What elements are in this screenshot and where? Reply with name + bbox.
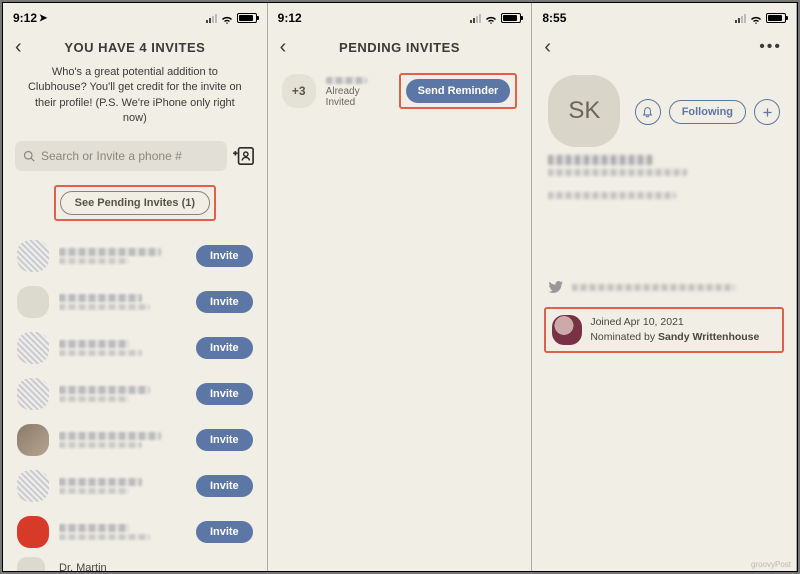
profile-screen: 8:55 ‹ ••• SK Following <box>532 3 797 571</box>
battery-icon <box>766 13 786 23</box>
add-button[interactable] <box>754 99 780 125</box>
battery-icon <box>237 13 257 23</box>
invite-button[interactable]: Invite <box>196 383 253 405</box>
nav-bar: ‹ YOU HAVE 4 INVITES <box>3 29 267 65</box>
contact-name: Dr. Martin <box>55 562 107 571</box>
watermark: groovyPost <box>751 560 791 569</box>
status-time: 8:55 <box>542 11 566 25</box>
wifi-icon <box>485 14 497 23</box>
battery-icon <box>501 13 521 23</box>
search-placeholder: Search or Invite a phone # <box>41 149 182 163</box>
search-icon <box>23 150 35 162</box>
invite-button[interactable]: Invite <box>196 521 253 543</box>
avatar <box>17 516 49 548</box>
page-title: PENDING INVITES <box>268 40 532 55</box>
profile-username-blurred <box>548 169 687 176</box>
highlight-nominated: Joined Apr 10, 2021 Nominated by Sandy W… <box>544 307 784 353</box>
avatar <box>17 557 45 571</box>
wifi-icon <box>750 14 762 23</box>
location-icon: ➤ <box>39 13 47 24</box>
invite-button[interactable]: Invite <box>196 291 253 313</box>
see-pending-invites-button[interactable]: See Pending Invites (1) <box>60 191 210 215</box>
invite-button[interactable]: Invite <box>196 245 253 267</box>
contact-row: Invite <box>3 417 267 463</box>
nominated-by: Nominated by Sandy Writtenhouse <box>590 330 759 345</box>
invite-button[interactable]: Invite <box>196 337 253 359</box>
signal-icon <box>206 14 217 23</box>
wifi-icon <box>221 14 233 23</box>
social-row <box>532 273 796 301</box>
profile-name-blurred <box>548 155 652 165</box>
contact-row: Invite <box>3 325 267 371</box>
status-bar: 9:12 ➤ <box>3 3 267 29</box>
nav-bar: ‹ PENDING INVITES <box>268 29 532 65</box>
social-handle-blurred <box>572 284 734 291</box>
nav-bar: ‹ ••• <box>532 29 796 65</box>
joined-date: Joined Apr 10, 2021 <box>590 315 759 330</box>
avatar <box>17 424 49 456</box>
invite-button[interactable]: Invite <box>196 429 253 451</box>
twitter-icon <box>548 279 564 295</box>
avatar-badge: +3 <box>282 74 316 108</box>
search-input[interactable]: Search or Invite a phone # <box>15 141 227 171</box>
contact-row: Invite <box>3 509 267 555</box>
subtitle-text: Who's a great potential addition to Club… <box>3 65 267 141</box>
avatar <box>17 378 49 410</box>
page-title: YOU HAVE 4 INVITES <box>3 40 267 55</box>
invites-screen: 9:12 ➤ ‹ YOU HAVE 4 INVITES Who's a grea… <box>3 3 268 571</box>
invite-button[interactable]: Invite <box>196 475 253 497</box>
already-invited-label: Already Invited <box>326 86 389 108</box>
add-contact-icon[interactable] <box>233 145 255 167</box>
status-bar: 9:12 <box>268 3 532 29</box>
contact-row: Invite <box>3 233 267 279</box>
pending-invites-screen: 9:12 ‹ PENDING INVITES +3 Already Invite… <box>268 3 533 571</box>
avatar <box>17 470 49 502</box>
profile-stats-blurred <box>548 192 675 199</box>
nominator-avatar <box>552 315 582 345</box>
contact-row: Dr. Martin <box>3 555 267 571</box>
avatar <box>17 286 49 318</box>
signal-icon <box>470 14 481 23</box>
status-time: 9:12 <box>278 11 302 25</box>
following-button[interactable]: Following <box>669 100 746 124</box>
back-icon[interactable]: ‹ <box>544 36 564 59</box>
avatar <box>17 240 49 272</box>
contact-row: Invite <box>3 371 267 417</box>
send-reminder-button[interactable]: Send Reminder <box>406 79 511 103</box>
status-bar: 8:55 <box>532 3 796 29</box>
status-time: 9:12 <box>13 11 37 25</box>
pending-contact-row: +3 Already Invited Send Reminder <box>268 65 532 117</box>
more-icon[interactable]: ••• <box>759 38 782 56</box>
signal-icon <box>735 14 746 23</box>
contact-row: Invite <box>3 279 267 325</box>
avatar <box>17 332 49 364</box>
highlight-reminder: Send Reminder <box>399 73 518 109</box>
contact-row: Invite <box>3 463 267 509</box>
notification-bell-button[interactable] <box>635 99 661 125</box>
highlight-pending: See Pending Invites (1) <box>54 185 216 221</box>
